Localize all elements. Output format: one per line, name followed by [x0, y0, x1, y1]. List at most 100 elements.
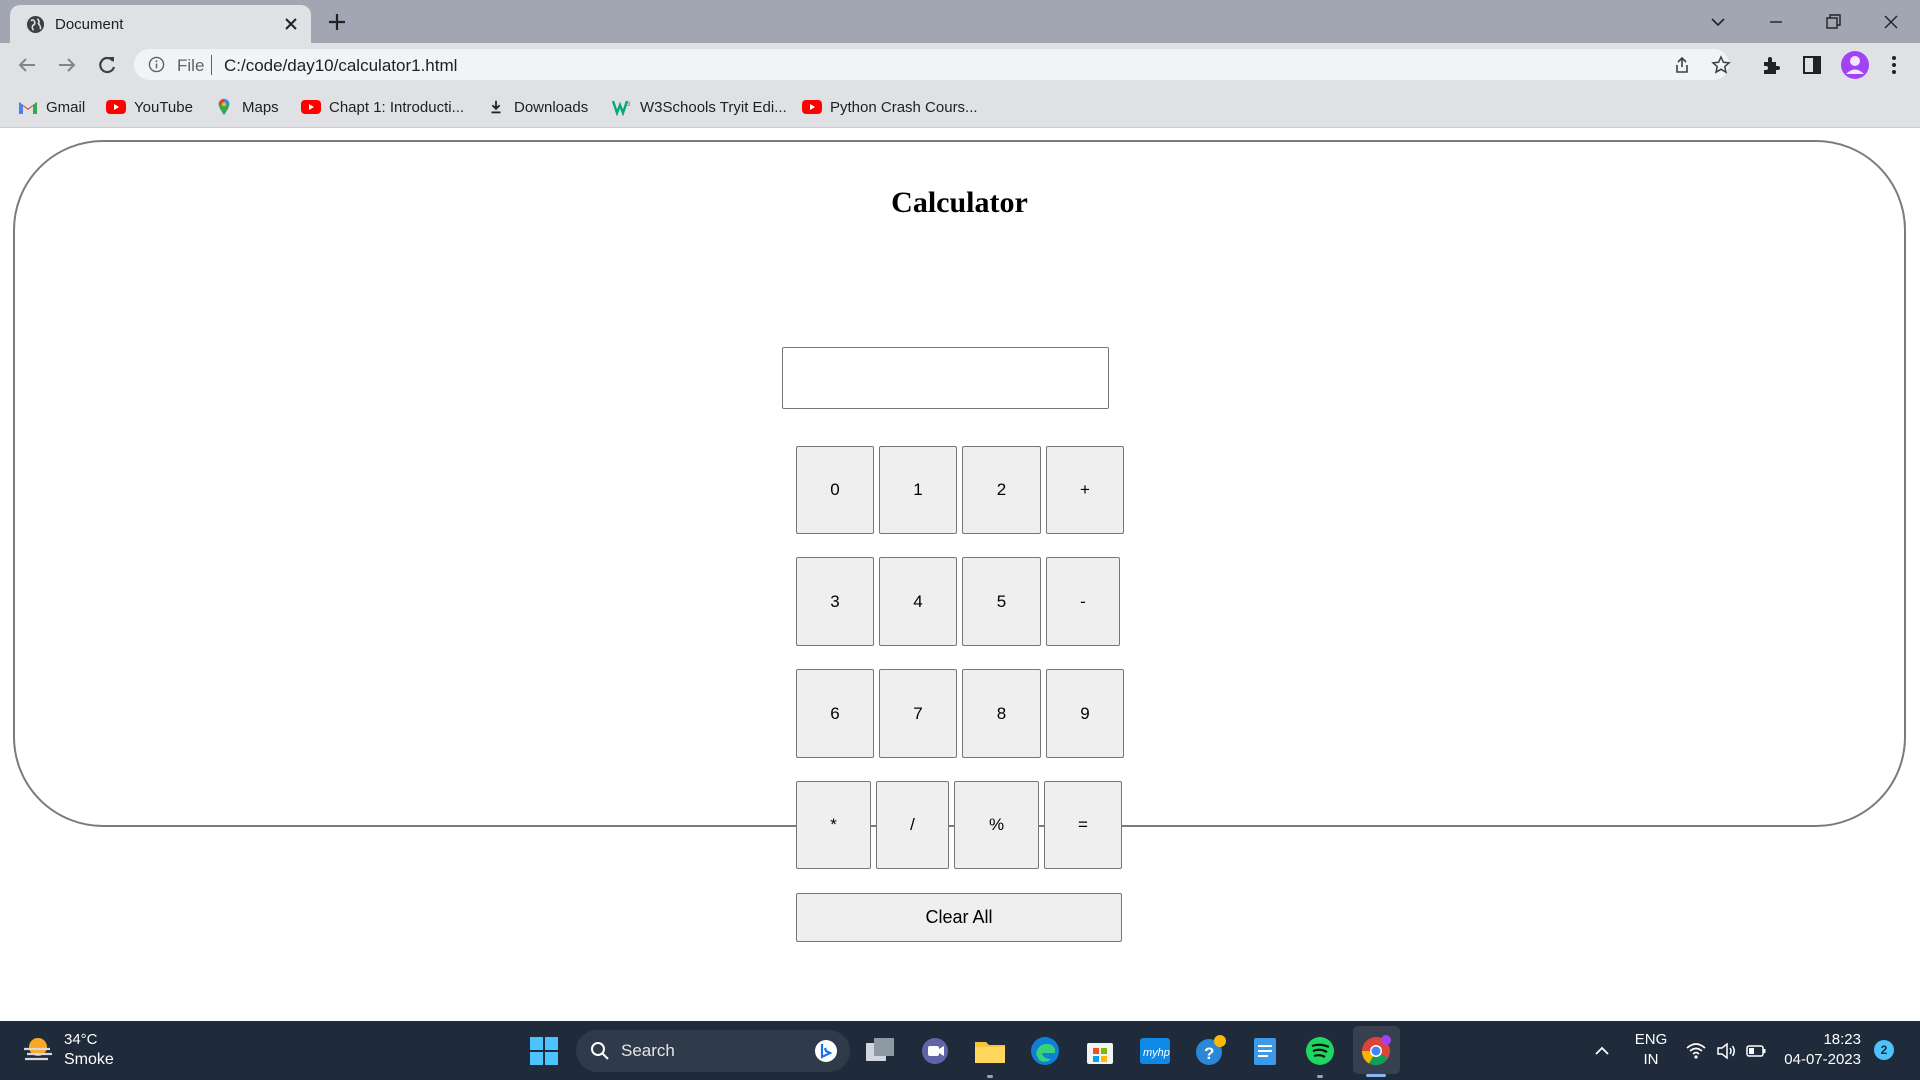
w3schools-icon: 3 [612, 100, 631, 116]
calculator-frame: Calculator [13, 140, 1906, 827]
page-viewport: Calculator 0 1 2 + 3 4 5 - 6 7 8 9 * / %… [0, 129, 1920, 1021]
back-icon[interactable] [13, 51, 41, 79]
site-info-icon[interactable] [148, 56, 165, 73]
forward-icon[interactable] [53, 51, 81, 79]
scheme-label: File [177, 56, 205, 75]
microsoft-store-icon[interactable] [1083, 1034, 1117, 1068]
chevron-up-icon[interactable] [1591, 1040, 1613, 1062]
clear-all-button[interactable]: Clear All [796, 893, 1122, 942]
key-5[interactable]: 5 [962, 557, 1041, 646]
key-2[interactable]: 2 [962, 446, 1041, 534]
bookmark-python-crash-course[interactable]: Python Crash Cours... [802, 97, 978, 117]
svg-text:?: ? [1204, 1044, 1214, 1063]
svg-text:3: 3 [627, 102, 631, 108]
page-title: Calculator [891, 186, 1028, 219]
calculator-display[interactable] [782, 347, 1109, 409]
key-6[interactable]: 6 [796, 669, 874, 758]
bookmark-downloads[interactable]: Downloads [486, 97, 588, 117]
tab-document[interactable]: Document [10, 5, 311, 43]
clock-time[interactable]: 18:23 [1786, 1031, 1861, 1048]
key-minus[interactable]: - [1046, 557, 1120, 646]
gmail-icon [19, 102, 37, 114]
key-3[interactable]: 3 [796, 557, 874, 646]
running-indicator [987, 1075, 993, 1078]
key-plus[interactable]: + [1046, 446, 1124, 534]
chrome-icon[interactable] [1359, 1034, 1393, 1068]
profile-avatar[interactable] [1840, 50, 1870, 80]
running-indicator [1317, 1075, 1323, 1078]
edge-icon[interactable] [1028, 1034, 1062, 1068]
close-tab-icon[interactable] [281, 14, 301, 34]
key-8[interactable]: 8 [962, 669, 1041, 758]
bookmark-label: YouTube [134, 98, 193, 116]
youtube-icon [301, 100, 321, 114]
extensions-icon[interactable] [1759, 53, 1783, 77]
maps-icon [218, 98, 230, 116]
bookmark-label: Python Crash Cours... [830, 98, 978, 116]
key-equals[interactable]: = [1044, 781, 1122, 869]
reload-icon[interactable] [93, 51, 121, 79]
bookmark-label: W3Schools Tryit Edi... [640, 98, 787, 116]
spotify-icon[interactable] [1303, 1034, 1337, 1068]
bookmark-maps[interactable]: Maps [214, 97, 279, 117]
bookmarks-bar: Gmail YouTube Maps Chapt 1: Introducti..… [0, 86, 1920, 128]
bookmark-label: Maps [242, 98, 279, 116]
key-7[interactable]: 7 [879, 669, 957, 758]
bookmark-w3schools[interactable]: 3 W3Schools Tryit Edi... [612, 97, 787, 117]
share-icon[interactable] [1672, 55, 1692, 75]
search-label: Search [621, 1041, 675, 1060]
file-explorer-icon[interactable] [973, 1034, 1007, 1068]
tab-search-icon[interactable] [1703, 7, 1733, 37]
url-text[interactable]: C:/code/day10/calculator1.html [224, 56, 457, 76]
omnibox-separator [211, 55, 212, 75]
close-window-icon[interactable] [1876, 7, 1906, 37]
teams-chat-icon[interactable] [918, 1034, 952, 1068]
myhp-icon[interactable]: myhp [1138, 1034, 1172, 1068]
language-top[interactable]: ENG [1634, 1031, 1668, 1048]
notification-badge[interactable]: 2 [1874, 1040, 1894, 1060]
side-panel-icon[interactable] [1800, 53, 1824, 77]
bookmark-star-icon[interactable] [1711, 55, 1731, 75]
bookmark-label: Gmail [46, 98, 86, 116]
tab-strip: Document [0, 0, 1920, 43]
globe-icon [26, 15, 45, 34]
bookmark-chapt-1[interactable]: Chapt 1: Introducti... [301, 97, 464, 117]
windows-start-icon[interactable] [527, 1034, 561, 1068]
key-4[interactable]: 4 [879, 557, 957, 646]
search-icon [591, 1042, 609, 1060]
active-app-indicator [1366, 1074, 1386, 1077]
battery-icon[interactable] [1745, 1040, 1767, 1062]
download-icon [491, 100, 501, 114]
bookmark-label: Downloads [514, 98, 589, 116]
clock-date[interactable]: 04-07-2023 [1776, 1051, 1861, 1068]
key-multiply[interactable]: * [796, 781, 871, 869]
language-bottom[interactable]: IN [1634, 1051, 1668, 1068]
minimize-icon[interactable] [1761, 7, 1791, 37]
get-help-icon[interactable]: ? [1193, 1034, 1227, 1068]
notepad-icon[interactable] [1248, 1034, 1282, 1068]
key-1[interactable]: 1 [879, 446, 957, 534]
address-bar[interactable]: File C:/code/day10/calculator1.html [134, 49, 1731, 80]
key-percent[interactable]: % [954, 781, 1039, 869]
taskbar-search[interactable]: Search [576, 1030, 850, 1072]
windows-taskbar: 34°C Smoke Search myhp ? ENG IN 18:23 04… [0, 1021, 1920, 1080]
tab-title: Document [55, 16, 124, 33]
weather-condition: Smoke [64, 1051, 114, 1068]
task-view-icon[interactable] [863, 1034, 897, 1068]
bookmark-label: Chapt 1: Introducti... [329, 98, 465, 116]
bing-chat-icon[interactable] [814, 1039, 838, 1063]
youtube-icon [106, 100, 126, 114]
volume-icon[interactable] [1715, 1040, 1737, 1062]
wifi-icon[interactable] [1685, 1040, 1707, 1062]
key-9[interactable]: 9 [1046, 669, 1124, 758]
bookmark-youtube[interactable]: YouTube [106, 97, 193, 117]
youtube-icon [802, 100, 822, 114]
new-tab-icon[interactable] [324, 9, 350, 35]
restore-icon[interactable] [1818, 7, 1848, 37]
weather-haze-icon[interactable] [22, 1035, 54, 1063]
key-divide[interactable]: / [876, 781, 949, 869]
key-0[interactable]: 0 [796, 446, 874, 534]
menu-kebab-icon[interactable] [1882, 53, 1906, 77]
weather-temperature: 34°C [64, 1031, 98, 1048]
bookmark-gmail[interactable]: Gmail [18, 97, 85, 117]
